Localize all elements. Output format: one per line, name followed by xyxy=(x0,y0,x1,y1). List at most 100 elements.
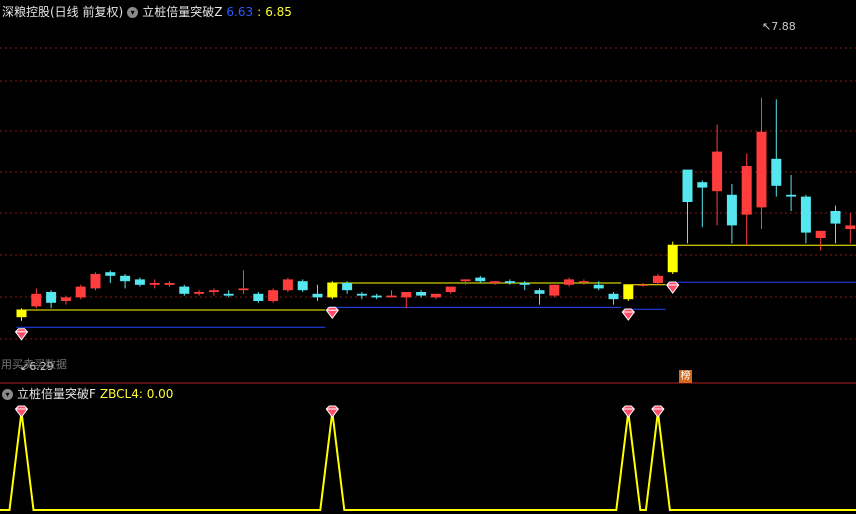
candle xyxy=(652,274,663,285)
candle-body xyxy=(327,283,338,298)
candle xyxy=(164,281,175,287)
candle xyxy=(430,293,441,300)
candle xyxy=(756,97,767,229)
candle xyxy=(223,290,234,298)
candle-body xyxy=(282,279,293,291)
candle-body xyxy=(741,166,752,215)
candle-body xyxy=(519,283,530,285)
candle-body xyxy=(208,290,219,292)
candle xyxy=(786,175,797,211)
gem-icon xyxy=(666,281,680,294)
candle-body xyxy=(800,196,811,233)
candle xyxy=(564,277,575,287)
gem-icon xyxy=(651,405,665,418)
candle-body xyxy=(16,310,27,318)
candle-body xyxy=(667,245,678,273)
candle xyxy=(490,281,501,285)
candle xyxy=(46,290,57,309)
candle xyxy=(578,279,589,285)
candle xyxy=(697,180,708,228)
candle xyxy=(608,292,619,305)
candle xyxy=(682,169,693,244)
candle xyxy=(342,281,353,294)
candle xyxy=(208,288,219,296)
candle xyxy=(638,283,649,287)
gem-shape xyxy=(325,405,339,418)
candle xyxy=(741,153,752,246)
candle-body xyxy=(712,151,723,192)
gem-shape xyxy=(325,306,339,320)
indicator-value-b: 6.85 xyxy=(265,5,292,19)
gem-icon xyxy=(621,405,635,418)
candle xyxy=(726,184,737,244)
indicator-settings-icon[interactable]: ▾ xyxy=(127,6,139,18)
candle xyxy=(504,279,515,285)
candle xyxy=(194,290,205,296)
candle xyxy=(31,288,42,309)
candle-body xyxy=(845,225,856,229)
candle-body xyxy=(75,286,86,298)
candle-body xyxy=(223,293,234,296)
gem-shape xyxy=(621,405,635,418)
gem-shape xyxy=(14,405,29,418)
high-marker-value: 7.88 xyxy=(771,20,796,33)
candle xyxy=(371,293,382,300)
candle-body xyxy=(638,284,649,286)
candle xyxy=(815,230,826,251)
candle-body xyxy=(608,293,619,300)
candle-body xyxy=(771,158,782,186)
candle-body xyxy=(60,297,71,301)
candle xyxy=(312,284,323,301)
gem-icon xyxy=(325,405,339,418)
gem-shape xyxy=(651,405,665,418)
gem-shape xyxy=(666,281,680,294)
indicator-value-a: 6.63 xyxy=(226,5,254,19)
candle xyxy=(149,279,160,289)
price-gridlines xyxy=(0,47,856,340)
candle-body xyxy=(356,293,367,296)
candle-body xyxy=(504,281,515,283)
rank-badge[interactable]: 榜 xyxy=(679,370,692,383)
candle xyxy=(238,270,249,294)
candle xyxy=(75,284,86,300)
candle-body xyxy=(401,292,412,298)
sub-indicator-settings-icon[interactable]: ▾ xyxy=(2,388,13,400)
candle-body xyxy=(253,293,264,301)
candle xyxy=(90,272,101,291)
zbcl4-line xyxy=(0,411,856,511)
candle-body xyxy=(268,290,279,301)
candle xyxy=(845,212,856,244)
candle xyxy=(460,279,471,285)
candle xyxy=(712,124,723,226)
candle xyxy=(297,279,308,292)
candle xyxy=(623,284,634,301)
candle xyxy=(771,99,782,197)
candle xyxy=(134,277,145,287)
candle-body xyxy=(149,283,160,285)
gem-icon xyxy=(621,308,635,321)
candle xyxy=(800,194,811,244)
candle xyxy=(667,241,678,274)
candle-body xyxy=(830,211,841,224)
candle-body xyxy=(726,194,737,226)
candle xyxy=(282,277,293,292)
gem-icon xyxy=(325,306,339,320)
candle xyxy=(253,292,264,303)
candle-body xyxy=(564,279,575,285)
candle xyxy=(830,205,841,244)
candle-body xyxy=(164,283,175,285)
candle xyxy=(445,286,456,294)
candle xyxy=(120,274,131,289)
candle-body xyxy=(786,194,797,197)
candle-body xyxy=(430,293,441,298)
candle xyxy=(475,275,486,283)
candle xyxy=(268,288,279,303)
indicator-name: 立桩倍量突破Z xyxy=(142,5,223,19)
candle xyxy=(60,295,71,305)
candle xyxy=(401,292,412,309)
candle-body xyxy=(31,293,42,307)
gem-icon xyxy=(14,328,29,341)
candle-body xyxy=(386,295,397,298)
candle xyxy=(16,308,27,321)
zbcl4-label: ZBCL4: 0.00 xyxy=(99,387,174,401)
